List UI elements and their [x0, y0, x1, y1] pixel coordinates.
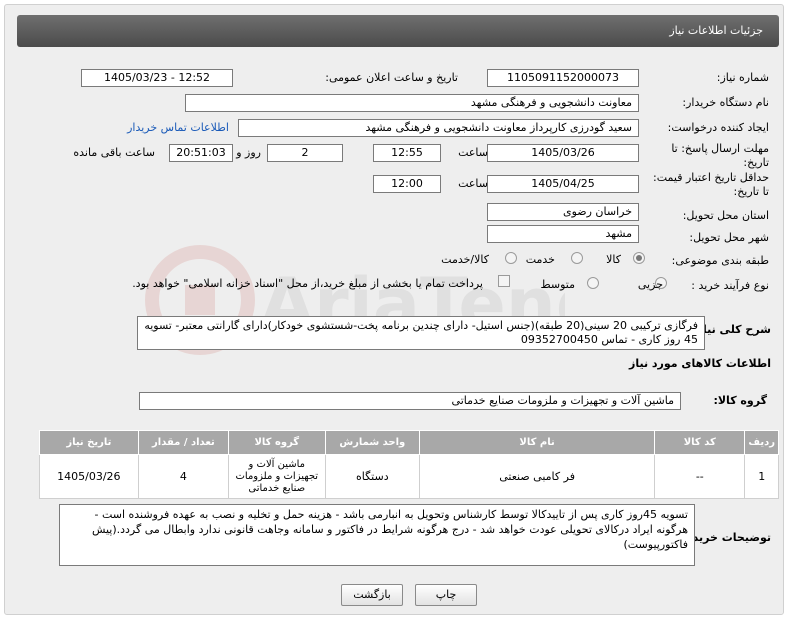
table-row: 1 -- فر کامبی صنعتی دستگاه ماشین آلات و …	[39, 454, 779, 499]
items-table: ردیف کد کالا نام کالا واحد شمارش گروه کا…	[39, 430, 779, 499]
col-need-date: تاریخ نیاز	[39, 430, 139, 455]
reply-deadline-time-label: ساعت	[458, 146, 488, 159]
remaining-time-field: 20:51:03	[169, 144, 233, 162]
need-number-field: 1105091152000073	[487, 69, 639, 87]
print-button[interactable]: چاپ	[415, 584, 477, 606]
price-validity-label-1: حداقل تاریخ اعتبار قیمت:	[653, 171, 769, 184]
price-validity-time-label: ساعت	[458, 177, 488, 190]
category-option-goods: کالا	[606, 253, 621, 266]
treasury-payment-checkbox[interactable]	[498, 275, 510, 287]
cell-code: --	[654, 454, 746, 499]
cell-unit: دستگاه	[324, 454, 421, 499]
price-validity-time-field: 12:00	[373, 175, 441, 193]
buyer-contact-link[interactable]: اطلاعات تماس خریدار	[127, 121, 229, 134]
cell-name: فر کامبی صنعتی	[419, 454, 656, 499]
process-option-medium: متوسط	[540, 278, 575, 291]
price-validity-label-2: تا تاریخ:	[733, 185, 769, 198]
price-validity-date-field: 1405/04/25	[487, 175, 639, 193]
goods-group-field: ماشین آلات و تجهیزات و ملزومات صنایع خدم…	[139, 392, 681, 410]
goods-group-label: گروه کالا:	[713, 394, 767, 407]
need-details-panel: جزئیات اطلاعات نیاز AriaTender شماره نیا…	[4, 4, 784, 615]
announce-datetime-label: تاریخ و ساعت اعلان عمومی:	[325, 71, 458, 84]
buyer-notes-field: تسویه 45روز کاری پس از تاییدکالا توسط کا…	[59, 504, 695, 566]
col-unit: واحد شمارش	[324, 430, 421, 455]
items-section-title: اطلاعات کالاهای مورد نیاز	[629, 357, 771, 370]
treasury-payment-note: پرداخت تمام یا بخشی از مبلغ خرید،از محل …	[132, 277, 483, 290]
reply-deadline-time-field: 12:55	[373, 144, 441, 162]
delivery-city-field: مشهد	[487, 225, 639, 243]
col-name: نام کالا	[419, 430, 656, 455]
col-row: ردیف	[744, 430, 779, 455]
need-number-label: شماره نیاز:	[716, 71, 769, 84]
col-code: کد کالا	[654, 430, 746, 455]
delivery-province-field: خراسان رضوی	[487, 203, 639, 221]
buyer-org-label: نام دستگاه خریدار:	[682, 96, 769, 109]
category-option-service: خدمت	[525, 253, 555, 266]
panel-header: جزئیات اطلاعات نیاز	[17, 15, 779, 47]
reply-deadline-label-1: مهلت ارسال پاسخ: تا	[671, 142, 769, 155]
back-button[interactable]: بازگشت	[341, 584, 403, 606]
category-option-goods-service: کالا/خدمت	[441, 253, 489, 266]
reply-days-field: 2	[267, 144, 343, 162]
items-table-header: ردیف کد کالا نام کالا واحد شمارش گروه کا…	[39, 430, 779, 455]
cell-quantity: 4	[137, 454, 230, 499]
process-radio-medium[interactable]	[587, 277, 599, 289]
buyer-org-field: معاونت دانشجویی و فرهنگی مشهد	[185, 94, 639, 112]
reply-deadline-date-field: 1405/03/26	[487, 144, 639, 162]
category-radio-goods[interactable]	[633, 252, 645, 264]
reply-days-label: روز و	[236, 146, 261, 159]
category-radio-service[interactable]	[571, 252, 583, 264]
process-option-minor: جزیی	[637, 278, 663, 291]
category-radio-goods-service[interactable]	[505, 252, 517, 264]
remaining-time-label: ساعت باقی مانده	[73, 146, 155, 159]
cell-row: 1	[744, 454, 779, 499]
requester-field: سعید گودرزی کارپرداز معاونت دانشجویی و ف…	[238, 119, 639, 137]
delivery-province-label: استان محل تحویل:	[682, 209, 769, 222]
delivery-city-label: شهر محل تحویل:	[689, 231, 769, 244]
col-group: گروه کالا	[228, 430, 326, 455]
col-quantity: تعداد / مقدار	[137, 430, 230, 455]
panel-title: جزئیات اطلاعات نیاز	[669, 24, 763, 37]
requester-label: ایجاد کننده درخواست:	[667, 121, 769, 134]
purchase-process-label: نوع فرآیند خرید :	[691, 279, 769, 292]
cell-need-date: 1405/03/26	[39, 454, 139, 499]
category-label: طبقه بندی موضوعی:	[671, 254, 769, 267]
general-description-field: فرگازی ترکیبی 20 سینی(20 طبقه)(جنس استیل…	[137, 316, 705, 350]
cell-group: ماشین آلات و تجهیزات و ملزومات صنایع خدم…	[228, 454, 326, 499]
announce-datetime-field: 1405/03/23 - 12:52	[81, 69, 233, 87]
reply-deadline-label-2: تاریخ:	[743, 156, 769, 169]
